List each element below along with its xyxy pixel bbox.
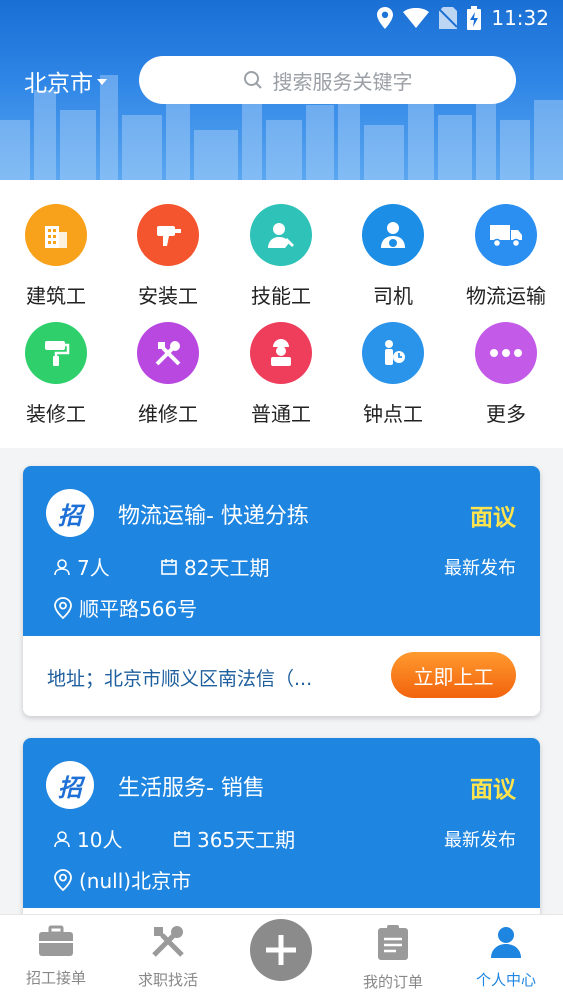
nav-item-find-job[interactable]: 求职找活 — [112, 925, 224, 990]
search-input[interactable]: 搜索服务关键字 — [139, 56, 516, 104]
nav-label: 求职找活 — [137, 971, 198, 989]
category-label: 司机 — [373, 284, 413, 308]
building-icon — [25, 204, 87, 266]
job-duration: 365天工期 — [173, 824, 295, 853]
more-icon — [475, 322, 537, 384]
job-address: 地址；北京市顺义区南法信（... — [47, 668, 313, 690]
job-title: 生活服务- 销售 — [118, 776, 265, 801]
search-placeholder: 搜索服务关键字 — [272, 69, 413, 94]
search-icon — [243, 71, 262, 89]
job-location-text: (null)北京市 — [79, 869, 192, 893]
job-tag: 最新发布 — [444, 830, 516, 851]
start-work-button[interactable]: 立即上工 — [391, 652, 516, 698]
job-title: 物流运输- 快递分拣 — [118, 504, 309, 529]
category-decoration[interactable]: 装修工 — [0, 322, 112, 427]
job-people-count: 10人 — [77, 828, 123, 852]
add-button[interactable] — [250, 919, 312, 981]
status-bar: 11:32 — [0, 0, 563, 40]
truck-icon — [475, 204, 537, 266]
category-label: 钟点工 — [363, 402, 423, 426]
category-label: 普通工 — [251, 402, 311, 426]
tools-icon — [152, 926, 184, 957]
category-label: 技能工 — [251, 284, 311, 308]
plus-icon — [266, 935, 296, 965]
nav-label: 招工接单 — [25, 969, 86, 987]
category-grid: 建筑工 安装工 技能工 司机 物流运输 装修工 维修工 普通工 钟点工 更多 — [0, 180, 563, 448]
category-hourly[interactable]: 钟点工 — [337, 322, 449, 427]
category-label: 维修工 — [138, 402, 198, 426]
job-card[interactable]: 招 物流运输- 快递分拣 面议 7人 82天工期 最新发布 顺平路566号 地址… — [23, 466, 540, 716]
job-duration: 82天工期 — [160, 552, 269, 581]
status-time: 11:32 — [491, 6, 549, 30]
job-duration-text: 365天工期 — [197, 828, 296, 852]
paint-roller-icon — [25, 322, 87, 384]
category-label: 装修工 — [26, 402, 86, 426]
worker-icon — [250, 322, 312, 384]
battery-icon — [467, 6, 482, 30]
category-installer[interactable]: 安装工 — [112, 204, 224, 309]
job-duration-text: 82天工期 — [184, 556, 270, 580]
drill-icon — [137, 204, 199, 266]
person-icon — [54, 830, 70, 847]
clipboard-icon — [378, 925, 408, 960]
location-icon — [377, 7, 394, 29]
category-logistics[interactable]: 物流运输 — [450, 204, 562, 309]
location-pin-icon — [54, 868, 72, 891]
job-people-count: 7人 — [77, 556, 110, 580]
briefcase-icon — [39, 925, 73, 956]
driver-icon — [362, 204, 424, 266]
header: 11:32 北京市 搜索服务关键字 — [0, 0, 563, 180]
nav-item-profile[interactable]: 个人中心 — [450, 925, 562, 990]
category-label: 建筑工 — [26, 284, 86, 308]
no-sim-icon — [439, 7, 458, 29]
category-label: 安装工 — [138, 284, 198, 308]
calendar-icon — [161, 558, 177, 575]
job-tag: 最新发布 — [444, 558, 516, 579]
nav-label: 我的订单 — [362, 973, 423, 991]
recruit-badge: 招 — [46, 761, 94, 809]
nav-label: 个人中心 — [475, 971, 536, 989]
category-general[interactable]: 普通工 — [225, 322, 337, 427]
category-repair[interactable]: 维修工 — [112, 322, 224, 427]
wifi-icon — [403, 8, 430, 28]
city-selector[interactable]: 北京市 — [24, 64, 107, 98]
category-skilled[interactable]: 技能工 — [225, 204, 337, 309]
category-more[interactable]: 更多 — [450, 322, 562, 427]
job-people: 7人 — [53, 552, 110, 581]
person-icon — [491, 927, 521, 958]
calendar-icon — [174, 830, 190, 847]
category-construction[interactable]: 建筑工 — [0, 204, 112, 309]
person-icon — [54, 558, 70, 575]
nav-item-recruit[interactable]: 招工接单 — [0, 925, 112, 988]
recruit-badge: 招 — [46, 489, 94, 537]
bottom-nav: 招工接单 求职找活 我的订单 个人中心 — [0, 914, 563, 1000]
chevron-down-icon — [97, 79, 107, 85]
job-location: (null)北京市 — [53, 865, 191, 894]
location-pin-icon — [54, 596, 72, 619]
category-label: 更多 — [486, 402, 526, 426]
job-salary: 面议 — [470, 777, 516, 803]
category-driver[interactable]: 司机 — [337, 204, 449, 309]
job-location-text: 顺平路566号 — [79, 597, 198, 621]
hourly-worker-icon — [362, 322, 424, 384]
job-people: 10人 — [53, 824, 122, 853]
category-label: 物流运输 — [466, 284, 546, 308]
city-label: 北京市 — [24, 71, 93, 97]
tools-icon — [137, 322, 199, 384]
job-salary: 面议 — [470, 505, 516, 531]
worker-wrench-icon — [250, 204, 312, 266]
nav-item-orders[interactable]: 我的订单 — [337, 925, 449, 992]
job-location: 顺平路566号 — [53, 593, 197, 622]
